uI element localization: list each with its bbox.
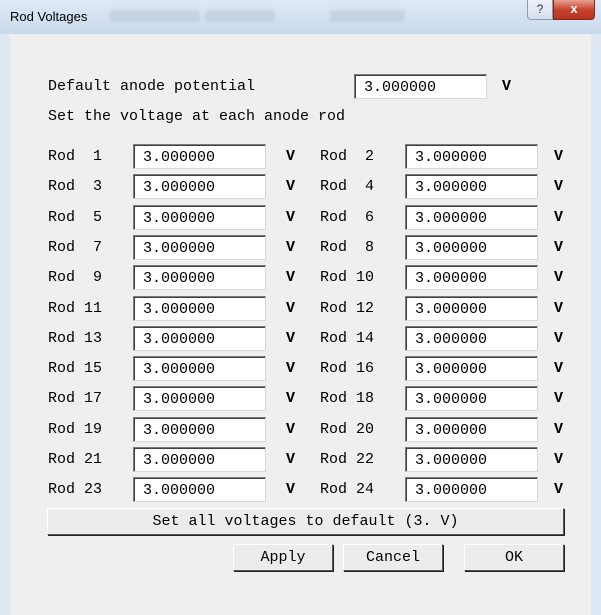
rod-12-input[interactable]: 3.000000 bbox=[405, 295, 538, 321]
rod-6-unit: V bbox=[554, 208, 564, 226]
rod-9-input[interactable]: 3.000000 bbox=[133, 265, 266, 291]
rod-16-input[interactable]: 3.000000 bbox=[405, 356, 538, 382]
rod-1-label: Rod 1 bbox=[48, 148, 103, 165]
rod-17-label: Rod 17 bbox=[48, 390, 103, 408]
rod-24-label: Rod 24 bbox=[320, 481, 375, 499]
rod-15-label: Rod 15 bbox=[48, 360, 103, 378]
rod-3-label: Rod 3 bbox=[48, 178, 103, 196]
rod-21-label: Rod 21 bbox=[48, 451, 103, 468]
rod-7-input[interactable]: 3.000000 bbox=[133, 234, 266, 260]
rod-24-unit: V bbox=[554, 481, 564, 499]
rod-14-unit: V bbox=[554, 329, 564, 347]
rod-4-input[interactable]: 3.000000 bbox=[405, 174, 538, 200]
title-background-blur bbox=[110, 10, 200, 22]
rod-3-unit: V bbox=[286, 178, 296, 196]
rod-18-unit: V bbox=[554, 390, 564, 408]
rod-13-input[interactable]: 3.000000 bbox=[133, 325, 266, 351]
rod-17-unit: V bbox=[286, 390, 296, 408]
rod-19-input[interactable]: 3.000000 bbox=[133, 416, 266, 442]
rod-4-unit: V bbox=[554, 178, 564, 196]
rod-10-label: Rod 10 bbox=[320, 269, 375, 287]
rod-17-input[interactable]: 3.000000 bbox=[133, 386, 266, 412]
rod-5-label: Rod 5 bbox=[48, 208, 103, 226]
rod-3-input[interactable]: 3.000000 bbox=[133, 174, 266, 200]
rod-8-label: Rod 8 bbox=[320, 238, 375, 256]
rod-22-label: Rod 22 bbox=[320, 451, 375, 468]
rod-18-label: Rod 18 bbox=[320, 390, 375, 408]
set-all-default-button[interactable]: Set all voltages to default (3. V) bbox=[47, 508, 564, 535]
rod-20-input[interactable]: 3.000000 bbox=[405, 416, 538, 442]
rod-2-unit: V bbox=[554, 148, 564, 165]
rod-11-input[interactable]: 3.000000 bbox=[133, 295, 266, 321]
rod-22-input[interactable]: 3.000000 bbox=[405, 447, 538, 472]
rod-6-input[interactable]: 3.000000 bbox=[405, 204, 538, 230]
section-label: Set the voltage at each anode rod bbox=[48, 108, 346, 125]
rod-15-unit: V bbox=[286, 360, 296, 378]
rod-23-label: Rod 23 bbox=[48, 481, 103, 499]
rod-11-label: Rod 11 bbox=[48, 299, 103, 317]
rod-12-unit: V bbox=[554, 299, 564, 317]
rod-24-input[interactable]: 3.000000 bbox=[405, 477, 538, 503]
close-button[interactable]: x bbox=[553, 0, 595, 20]
rod-19-unit: V bbox=[286, 420, 296, 438]
rod-4-label: Rod 4 bbox=[320, 178, 375, 196]
rod-23-input[interactable]: 3.000000 bbox=[133, 477, 266, 503]
help-button[interactable]: ? bbox=[527, 0, 553, 20]
rod-7-unit: V bbox=[286, 238, 296, 256]
default-potential-input[interactable]: 3.000000 bbox=[354, 74, 487, 99]
rod-16-label: Rod 16 bbox=[320, 360, 375, 378]
rod-21-input[interactable]: 3.000000 bbox=[133, 447, 266, 472]
rod-6-label: Rod 6 bbox=[320, 208, 375, 226]
rod-15-input[interactable]: 3.000000 bbox=[133, 356, 266, 382]
default-potential-unit: V bbox=[502, 78, 512, 95]
title-bar: Rod Voltages ? x bbox=[0, 0, 601, 34]
rod-9-label: Rod 9 bbox=[48, 269, 103, 287]
rod-5-unit: V bbox=[286, 208, 296, 226]
rod-16-unit: V bbox=[554, 360, 564, 378]
rod-11-unit: V bbox=[286, 299, 296, 317]
rod-1-unit: V bbox=[286, 148, 296, 165]
rod-19-label: Rod 19 bbox=[48, 420, 103, 438]
window-title: Rod Voltages bbox=[10, 9, 88, 24]
rod-22-unit: V bbox=[554, 451, 564, 468]
rod-1-input[interactable]: 3.000000 bbox=[133, 144, 266, 169]
rod-7-label: Rod 7 bbox=[48, 238, 103, 256]
rod-14-label: Rod 14 bbox=[320, 329, 375, 347]
rod-8-input[interactable]: 3.000000 bbox=[405, 234, 538, 260]
rod-13-label: Rod 13 bbox=[48, 329, 103, 347]
rod-2-label: Rod 2 bbox=[320, 148, 375, 165]
cancel-button[interactable]: Cancel bbox=[343, 544, 443, 571]
rod-18-input[interactable]: 3.000000 bbox=[405, 386, 538, 412]
rod-12-label: Rod 12 bbox=[320, 299, 375, 317]
ok-button[interactable]: OK bbox=[464, 544, 564, 571]
rod-10-input[interactable]: 3.000000 bbox=[405, 265, 538, 291]
rod-5-input[interactable]: 3.000000 bbox=[133, 204, 266, 230]
default-potential-label: Default anode potential bbox=[48, 78, 256, 95]
rod-13-unit: V bbox=[286, 329, 296, 347]
rod-14-input[interactable]: 3.000000 bbox=[405, 325, 538, 351]
rod-21-unit: V bbox=[286, 451, 296, 468]
apply-button[interactable]: Apply bbox=[233, 544, 333, 571]
title-background-blur bbox=[205, 10, 275, 22]
rod-20-label: Rod 20 bbox=[320, 420, 375, 438]
rod-20-unit: V bbox=[554, 420, 564, 438]
rod-2-input[interactable]: 3.000000 bbox=[405, 144, 538, 169]
rod-10-unit: V bbox=[554, 269, 564, 287]
title-background-blur bbox=[330, 10, 405, 22]
rod-8-unit: V bbox=[554, 238, 564, 256]
rod-9-unit: V bbox=[286, 269, 296, 287]
rod-23-unit: V bbox=[286, 481, 296, 499]
